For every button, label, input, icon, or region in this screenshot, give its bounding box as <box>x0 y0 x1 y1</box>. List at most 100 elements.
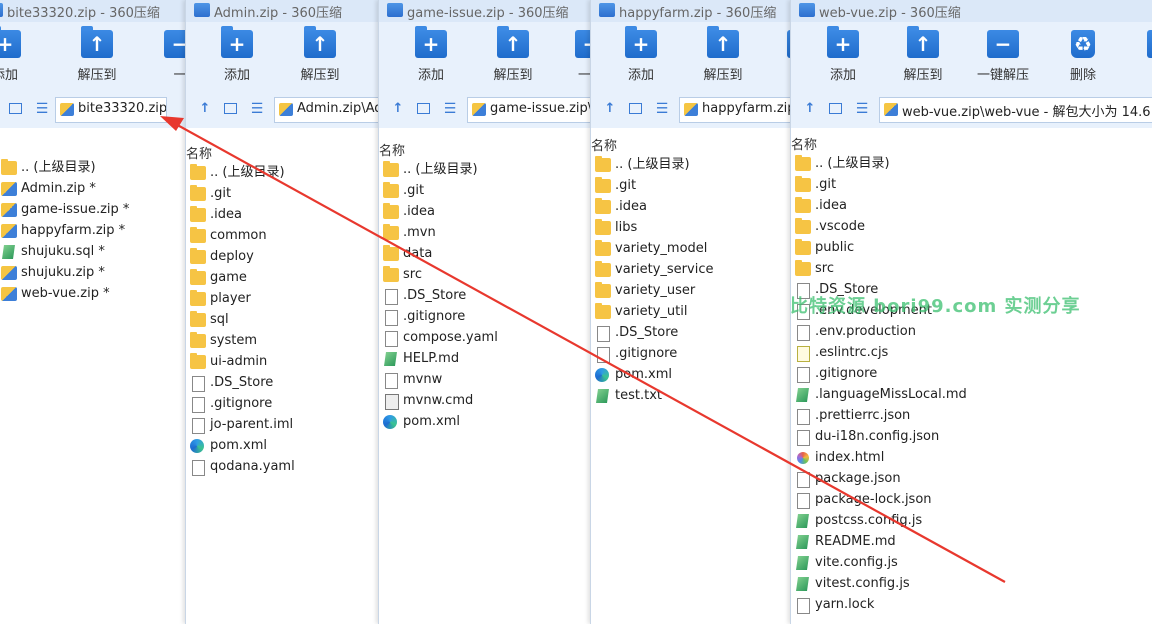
toolbar: +添加↑解压到−一 <box>591 22 796 92</box>
file-file-icon <box>192 460 205 476</box>
list-view-icon[interactable]: ☰ <box>655 102 669 116</box>
folder-file-icon <box>190 353 206 369</box>
folder-file-icon <box>595 303 611 319</box>
delete-icon: ♻ <box>1071 30 1095 58</box>
window-title: web-vue.zip - 360压缩 <box>819 6 961 21</box>
nav-bar: ↑ ☰ happyfarm.zip\ <box>591 92 796 128</box>
view-icon[interactable] <box>417 103 430 114</box>
folder-file-icon <box>383 182 399 198</box>
archive-window: bite33320.zip - 360压缩+添加↑解压到−一↑☰bite3332… <box>0 0 188 624</box>
toolbar-button-2[interactable]: − 一键解压 <box>971 30 1035 83</box>
item-name: .git <box>815 177 837 192</box>
address-bar[interactable]: game-issue.zip\g <box>467 97 594 123</box>
up-arrow-icon[interactable]: ↑ <box>198 102 212 116</box>
archive-window: game-issue.zip - 360压缩 + 添加 ↑ 解压到 −一键 ↑ ☰ game-i… <box>378 0 594 624</box>
address-text: Admin.zip\Ad <box>297 101 381 116</box>
green-file-icon <box>796 535 809 549</box>
folder-file-icon <box>383 203 399 219</box>
address-bar[interactable]: Admin.zip\Ad <box>274 97 381 123</box>
toolbar-button-1[interactable]: ↑ 解压到 <box>481 26 545 83</box>
up-arrow-icon[interactable]: ↑ <box>391 102 405 116</box>
file-file-icon <box>192 376 205 392</box>
column-header-name[interactable]: 名称 <box>186 143 212 162</box>
column-header-name[interactable]: 名称 <box>591 135 617 154</box>
file-file-icon <box>385 373 398 389</box>
item-name: ui-admin <box>210 354 268 369</box>
app-icon <box>194 3 210 17</box>
list-view-icon[interactable]: ☰ <box>855 102 869 116</box>
up-arrow-icon[interactable]: ↑ <box>603 102 617 116</box>
address-bar[interactable]: bite33320.zip <box>55 97 167 123</box>
one-key-extract-icon: − <box>987 30 1019 58</box>
item-name: compose.yaml <box>403 330 498 345</box>
app-icon <box>387 3 403 17</box>
folder-file-icon <box>1 159 17 175</box>
toolbar-label: 添加 <box>627 68 654 83</box>
item-name: vitest.config.js <box>815 576 910 591</box>
nav-bar: ↑☰bite33320.zip <box>0 92 188 128</box>
archive-window: Admin.zip - 360压缩+添加↑解压到−一↑☰Admin.zip\Ad… <box>185 0 381 624</box>
folder-file-icon <box>795 197 811 213</box>
toolbar-label: 图 <box>1131 64 1152 83</box>
toolbar: +添加↑解压到−一 <box>186 22 381 92</box>
item-name: jo-parent.iml <box>210 417 294 432</box>
toolbar-button-2[interactable]: −一键 <box>559 30 594 83</box>
toolbar-button-1[interactable]: ↑ 解压到 <box>891 26 955 83</box>
file-file-icon <box>385 331 398 347</box>
archive-icon <box>279 103 293 116</box>
add-icon: + <box>415 26 447 58</box>
title-bar: bite33320.zip - 360压缩 <box>0 0 188 22</box>
item-name: .. (上级目录) <box>403 162 478 177</box>
item-name: qodana.yaml <box>210 459 295 474</box>
item-name: shujuku.sql * <box>21 244 105 259</box>
archive-icon <box>884 103 898 116</box>
address-bar[interactable]: happyfarm.zip\ <box>679 97 796 123</box>
item-name: web-vue.zip * <box>21 286 110 301</box>
view-icon[interactable] <box>629 103 642 114</box>
view-icon[interactable] <box>829 103 842 114</box>
toolbar: + 添加 ↑ 解压到 −一键 <box>379 22 594 92</box>
folder-file-icon <box>190 185 206 201</box>
view-icon[interactable] <box>9 103 22 114</box>
green-file-icon <box>2 245 15 259</box>
item-name: .idea <box>403 204 435 219</box>
item-name: .. (上级目录) <box>815 156 890 171</box>
toolbar-button-0[interactable]: + 添加 <box>205 26 269 83</box>
toolbar-button-0[interactable]: + 添加 <box>609 26 673 83</box>
item-name: .git <box>403 183 425 198</box>
up-arrow-icon[interactable]: ↑ <box>803 102 817 116</box>
item-name: player <box>210 291 251 306</box>
toolbar-button-3[interactable]: ♻ 删除 <box>1051 30 1115 83</box>
item-name: sql <box>210 312 229 327</box>
column-header-name[interactable]: 名称 <box>791 134 817 153</box>
toolbar-button-1[interactable]: ↑ 解压到 <box>691 26 755 83</box>
toolbar-button-0[interactable]: + 添加 <box>811 26 875 83</box>
folder-file-icon <box>190 248 206 264</box>
edge-file-icon <box>595 368 609 382</box>
list-view-icon[interactable]: ☰ <box>250 102 264 116</box>
toolbar-button-2[interactable]: −一 <box>148 30 188 83</box>
toolbar-button-1[interactable]: ↑ 解压到 <box>288 26 352 83</box>
toolbar-label: 添加 <box>0 68 18 83</box>
toolbar-button-4[interactable]: ▣图 <box>1131 30 1152 83</box>
list-view-icon[interactable]: ☰ <box>443 102 457 116</box>
list-view-icon[interactable]: ☰ <box>35 102 49 116</box>
toolbar-button-1[interactable]: ↑ 解压到 <box>65 26 129 83</box>
extract-icon: ↑ <box>707 26 739 58</box>
item-name: .git <box>615 178 637 193</box>
toolbar-button-0[interactable]: + 添加 <box>399 26 463 83</box>
toolbar-label: 一键解压 <box>976 68 1029 83</box>
folder-file-icon <box>595 219 611 235</box>
item-name: postcss.config.js <box>815 513 923 528</box>
file-file-icon <box>797 367 810 383</box>
item-name: pom.xml <box>210 438 267 453</box>
app-icon <box>0 3 3 17</box>
toolbar-button-0[interactable]: + 添加 <box>0 26 37 83</box>
column-header-name[interactable]: 名称 <box>379 140 405 159</box>
address-bar[interactable]: web-vue.zip\web-vue - 解包大小为 14.6 MB <box>879 97 1152 123</box>
item-name: src <box>815 261 834 276</box>
view-icon[interactable] <box>224 103 237 114</box>
file-file-icon <box>192 397 205 413</box>
item-name: .. (上级目录) <box>21 160 96 175</box>
file-file-icon <box>797 325 810 341</box>
